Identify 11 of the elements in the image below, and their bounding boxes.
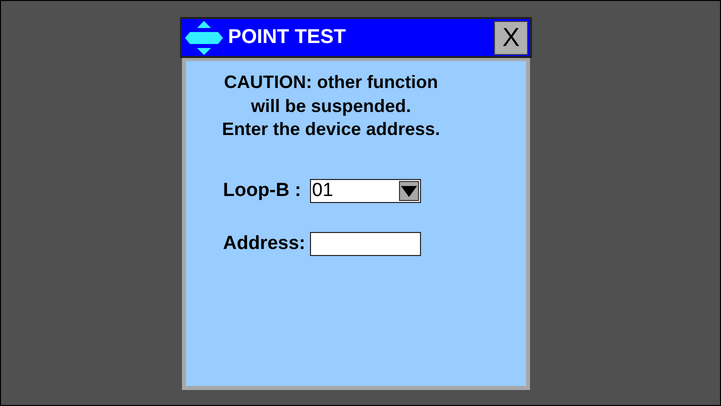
address-input[interactable]	[310, 232, 421, 256]
caution-text: Enter the device address.	[220, 118, 442, 141]
field-label: Loop-B :	[222, 180, 302, 202]
field-label: Address:	[222, 232, 306, 254]
caution-text: will be suspended.	[250, 94, 412, 118]
caret-icon[interactable]	[399, 180, 419, 200]
close-button[interactable]: X	[494, 20, 528, 54]
loop-dropdown[interactable]: 01	[310, 178, 421, 202]
caution-text: CAUTION: other function	[223, 71, 439, 94]
move-arrows-icon	[184, 20, 224, 56]
window-title: POINT TEST	[228, 26, 347, 49]
